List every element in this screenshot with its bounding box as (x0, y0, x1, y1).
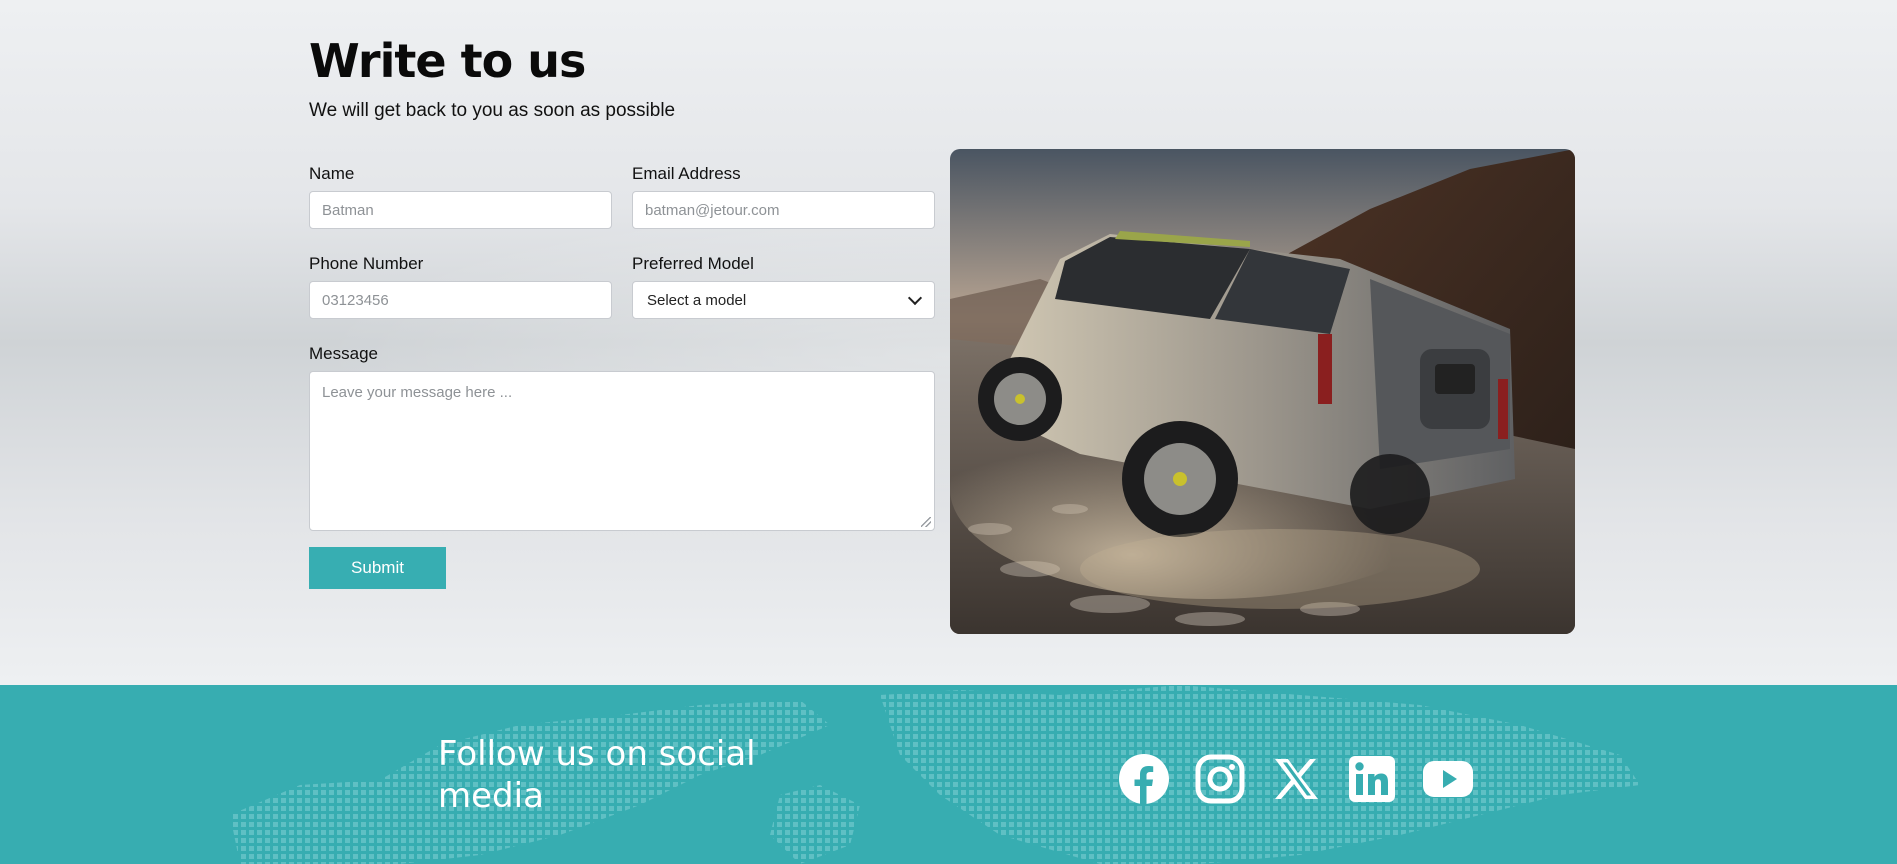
footer: Follow us on social media (0, 685, 1897, 864)
facebook-icon[interactable] (1118, 753, 1170, 805)
linkedin-glyph (1349, 756, 1395, 802)
model-label: Preferred Model (632, 254, 754, 273)
submit-button[interactable]: Submit (309, 547, 446, 589)
social-links (1118, 753, 1474, 805)
instagram-icon[interactable] (1194, 753, 1246, 805)
message-textarea[interactable] (309, 371, 935, 531)
contact-form: Name Email Address Phone Number Preferre… (309, 160, 935, 600)
footer-title: Follow us on social media (438, 734, 756, 816)
phone-label: Phone Number (309, 254, 424, 273)
email-label: Email Address (632, 164, 741, 183)
x-glyph (1275, 759, 1318, 799)
name-input[interactable] (309, 191, 612, 229)
name-label: Name (309, 164, 355, 183)
phone-input[interactable] (309, 281, 612, 319)
page-title: Write to us (309, 34, 586, 88)
instagram-glyph (1195, 754, 1245, 804)
resize-handle[interactable] (921, 517, 931, 527)
hero-car-image (950, 149, 1575, 634)
x-icon[interactable] (1270, 753, 1322, 805)
message-label: Message (309, 344, 378, 363)
youtube-icon[interactable] (1422, 753, 1474, 805)
contact-section: Write to us We will get back to you as s… (0, 0, 1897, 685)
youtube-glyph (1423, 761, 1473, 797)
email-input[interactable] (632, 191, 935, 229)
facebook-glyph (1119, 754, 1169, 804)
model-select-value: Select a model (647, 291, 747, 309)
model-select[interactable]: Select a model (632, 281, 935, 319)
page-subtitle: We will get back to you as soon as possi… (309, 100, 676, 121)
chevron-down-icon (907, 290, 923, 305)
world-map-pattern (230, 685, 1640, 864)
linkedin-icon[interactable] (1346, 753, 1398, 805)
